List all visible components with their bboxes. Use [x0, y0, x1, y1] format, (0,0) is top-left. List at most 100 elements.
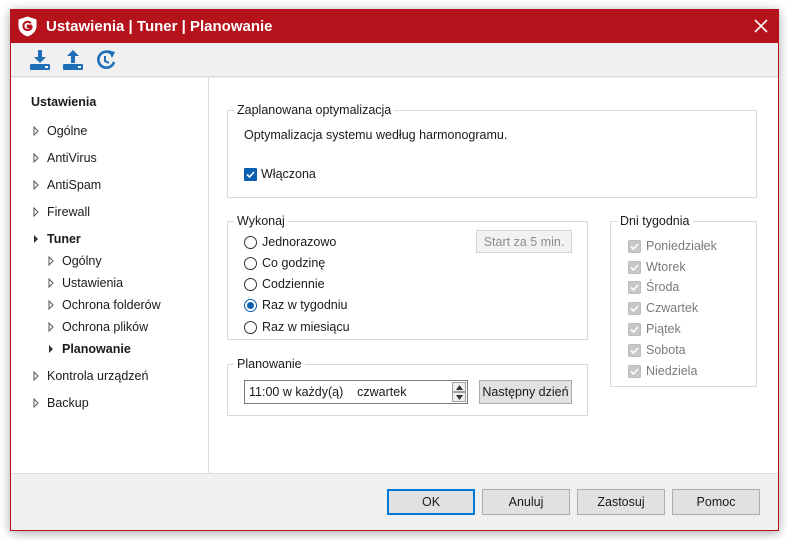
radio-label: Co godzinę [262, 256, 326, 270]
sidebar-item-label: AntiSpam [47, 178, 102, 192]
scheduled-optimization-legend: Zaplanowana optymalizacja [234, 103, 395, 117]
radio-jednorazowo[interactable]: Jednorazowo [244, 235, 336, 249]
day-label: Niedziela [646, 364, 698, 378]
day-label: Piątek [646, 322, 681, 336]
chevron-right-icon [33, 153, 39, 163]
help-button[interactable]: Pomoc [672, 489, 760, 515]
checkbox-disabled-checked-icon [628, 322, 641, 336]
sidebar-item-tuner[interactable]: Tuner [31, 232, 81, 246]
weekdays-group: Dni tygodnia Poniedziałek Wtorek Środa C… [610, 214, 757, 387]
sidebar-item-backup[interactable]: Backup [31, 396, 89, 410]
radio-raz-w-miesiacu[interactable]: Raz w miesiącu [244, 320, 350, 334]
spin-up-icon[interactable] [452, 382, 466, 392]
chevron-right-icon [33, 398, 39, 408]
sidebar-item-label: Ogólne [47, 124, 88, 138]
settings-window: Ustawienia | Tuner | Planowanie Ustawien… [10, 9, 779, 531]
checkbox-disabled-checked-icon [628, 343, 641, 357]
chevron-right-icon [48, 256, 54, 266]
chevron-right-icon [48, 278, 54, 288]
scheduled-description: Optymalizacja systemu według harmonogram… [244, 128, 508, 142]
sidebar-item-ochrona-folderow[interactable]: Ochrona folderów [46, 298, 161, 312]
checkbox-disabled-checked-icon [628, 239, 641, 253]
radio-label: Raz w miesiącu [262, 320, 350, 334]
weekdays-legend: Dni tygodnia [617, 214, 693, 228]
planning-group: Planowanie 11:00 w każdy(ą) czwartek Nas… [227, 357, 588, 416]
export-icon[interactable] [61, 48, 85, 72]
radio-indicator [244, 256, 257, 270]
sidebar-item-planowanie[interactable]: Planowanie [46, 342, 131, 356]
sidebar-item-antivirus[interactable]: AntiVirus [31, 151, 97, 165]
checkbox-disabled-checked-icon [628, 301, 641, 315]
sidebar-item-label: Firewall [47, 205, 91, 219]
sidebar-item-label: Tuner [47, 232, 81, 246]
chevron-right-icon [48, 300, 54, 310]
day-checkbox-sroda[interactable]: Środa [628, 280, 679, 294]
chevron-right-icon [48, 322, 54, 332]
day-checkbox-poniedzialek[interactable]: Poniedziałek [628, 239, 717, 253]
import-icon[interactable] [28, 48, 52, 72]
execute-group: Wykonaj Jednorazowo Co godzinę Codzienni… [227, 214, 588, 340]
radio-indicator [244, 320, 257, 334]
day-checkbox-wtorek[interactable]: Wtorek [628, 260, 686, 274]
spinner-buttons [452, 382, 466, 402]
day-label: Wtorek [646, 260, 686, 274]
reset-icon[interactable] [95, 48, 119, 72]
day-checkbox-piatek[interactable]: Piątek [628, 322, 681, 336]
next-day-button[interactable]: Następny dzień [479, 380, 572, 404]
sidebar-item-ogolne[interactable]: Ogólne [31, 124, 87, 138]
sidebar-item-tuner-ogolny[interactable]: Ogólny [46, 254, 102, 268]
sidebar-item-kontrola-urzadzen[interactable]: Kontrola urządzeń [31, 369, 148, 383]
sidebar-item-antispam[interactable]: AntiSpam [31, 178, 101, 192]
radio-raz-w-tygodniu[interactable]: Raz w tygodniu [244, 298, 347, 312]
checkbox-disabled-checked-icon [628, 280, 641, 294]
radio-indicator-selected [244, 298, 257, 312]
cancel-button[interactable]: Anuluj [482, 489, 570, 515]
enabled-checkbox[interactable]: Włączona [244, 167, 316, 181]
chevron-right-icon [33, 126, 39, 136]
radio-codziennie[interactable]: Codziennie [244, 277, 325, 291]
day-checkbox-sobota[interactable]: Sobota [628, 343, 686, 357]
sidebar-heading: Ustawienia [31, 95, 97, 109]
radio-label: Jednorazowo [262, 235, 337, 249]
day-label: Czwartek [646, 301, 699, 315]
radio-label: Codziennie [262, 277, 325, 291]
ok-button[interactable]: OK [387, 489, 475, 515]
chevron-right-icon [33, 180, 39, 190]
sidebar-item-ochrona-plikow[interactable]: Ochrona plików [46, 320, 148, 334]
enabled-label: Włączona [261, 167, 316, 181]
toolbar [11, 43, 778, 77]
apply-button[interactable]: Zastosuj [577, 489, 665, 515]
title-bar: Ustawienia | Tuner | Planowanie [11, 10, 778, 43]
sidebar-item-tuner-ustawienia[interactable]: Ustawienia [46, 276, 123, 290]
scheduled-optimization-group: Zaplanowana optymalizacja Optymalizacja … [227, 103, 757, 198]
day-label: Środa [646, 280, 680, 294]
sidebar-item-label: Ogólny [62, 254, 102, 268]
radio-co-godzine[interactable]: Co godzinę [244, 256, 325, 270]
execute-legend: Wykonaj [234, 214, 288, 228]
sidebar-item-firewall[interactable]: Firewall [31, 205, 90, 219]
chevron-right-icon [49, 345, 53, 353]
main-content: Ustawienia Ogólne AntiVirus AntiSpam Fir… [11, 78, 778, 473]
chevron-right-icon [33, 371, 39, 381]
chevron-right-icon [33, 207, 39, 217]
dialog-footer: OK Anuluj Zastosuj Pomoc [11, 473, 778, 530]
day-checkbox-niedziela[interactable]: Niedziela [628, 364, 697, 378]
day-label: Sobota [646, 343, 686, 357]
schedule-time-spinner[interactable]: 11:00 w każdy(ą) czwartek [244, 380, 468, 404]
settings-navigation: Ustawienia Ogólne AntiVirus AntiSpam Fir… [11, 78, 209, 473]
radio-indicator [244, 235, 257, 249]
checkbox-disabled-checked-icon [628, 364, 641, 378]
radio-indicator [244, 277, 257, 291]
sidebar-item-label: Ochrona folderów [62, 298, 161, 312]
sidebar-item-label: AntiVirus [47, 151, 97, 165]
start-in-5-min-button[interactable]: Start za 5 min. [476, 230, 572, 253]
close-icon[interactable] [752, 17, 770, 35]
gdata-logo-icon [18, 16, 37, 37]
window-title: Ustawienia | Tuner | Planowanie [46, 18, 273, 35]
checkbox-disabled-checked-icon [628, 260, 641, 274]
spin-down-icon[interactable] [452, 392, 466, 402]
sidebar-item-label: Ochrona plików [62, 320, 149, 334]
day-label: Poniedziałek [646, 239, 717, 253]
day-checkbox-czwartek[interactable]: Czwartek [628, 301, 698, 315]
sidebar-item-label: Backup [47, 396, 89, 410]
